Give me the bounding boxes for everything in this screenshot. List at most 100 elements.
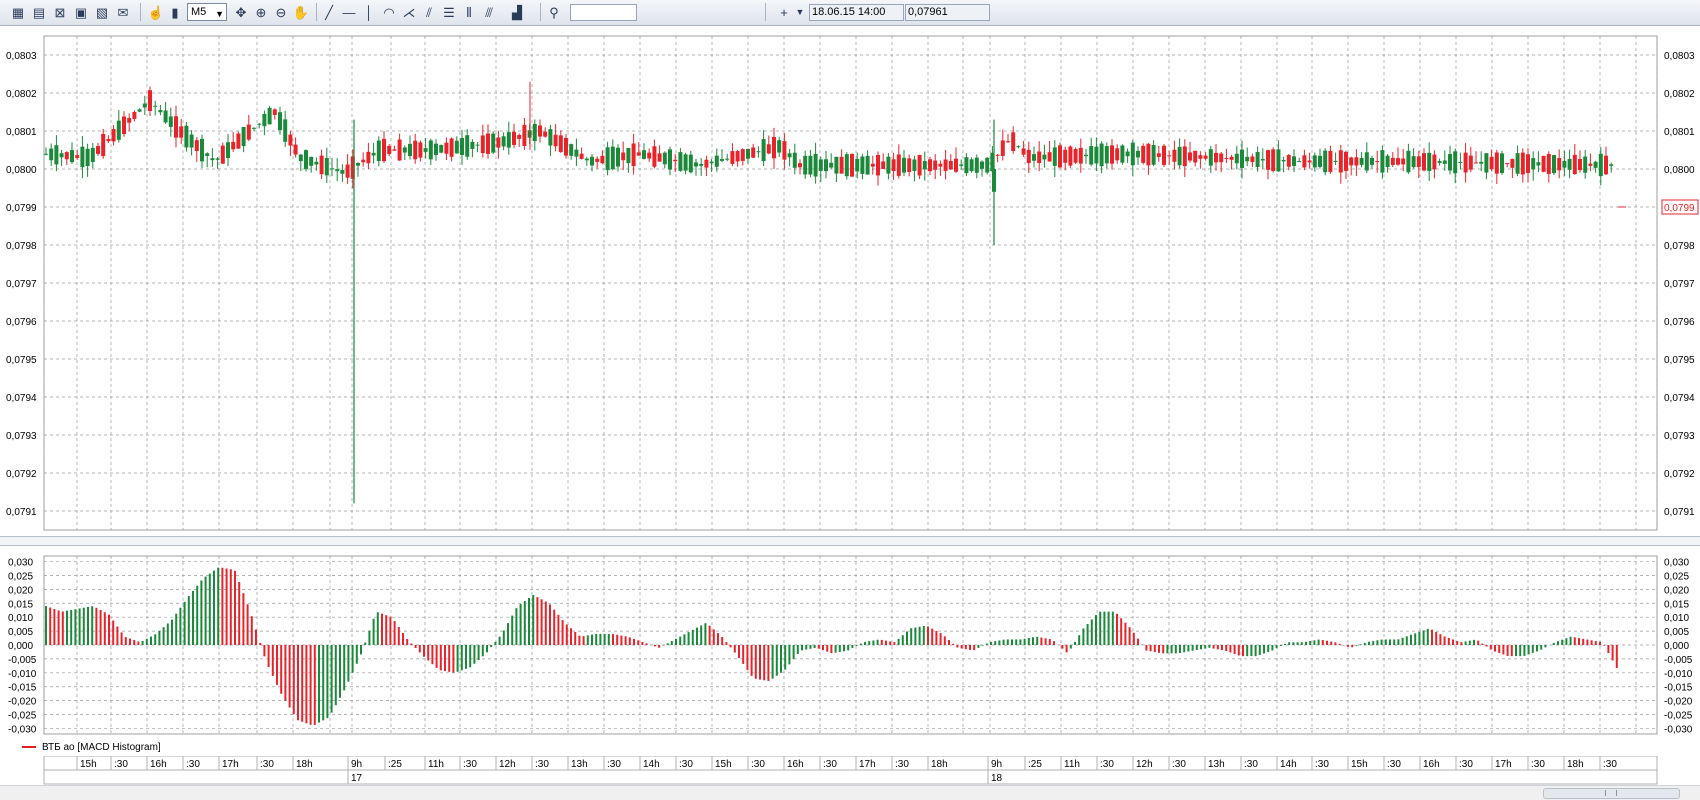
candle-body bbox=[158, 110, 163, 113]
time-tick-label: :30 bbox=[1459, 759, 1473, 770]
search-icon[interactable]: ⚲ bbox=[545, 3, 563, 21]
indicator-legend[interactable]: ВТБ ао [MACD Histogram] bbox=[22, 740, 161, 754]
y-axis-label-right: 0,0794 bbox=[1664, 393, 1695, 404]
candle-body bbox=[1406, 150, 1411, 173]
candle-body bbox=[236, 133, 241, 149]
candle-body bbox=[194, 140, 199, 152]
candle-body bbox=[1167, 155, 1172, 157]
candle-type-icon[interactable]: ▮ bbox=[166, 3, 184, 21]
candle-body bbox=[127, 118, 132, 123]
vertical-line-icon[interactable]: │ bbox=[360, 3, 378, 21]
time-tick-label: 15h bbox=[80, 759, 97, 770]
dropdown-icon[interactable]: ▼ bbox=[791, 3, 809, 21]
candle-body bbox=[200, 138, 204, 162]
candle-body bbox=[865, 155, 870, 175]
candle-body bbox=[881, 161, 886, 169]
macd-histogram-chart[interactable]: 0,030 0,030 0,025 0,025 0,020 0,020 0,015 0,015… bbox=[0, 548, 1700, 736]
date-field[interactable]: 18.06.15 14:00 bbox=[809, 4, 904, 21]
price-field[interactable]: 0,07961 bbox=[905, 4, 990, 21]
delete-icon[interactable]: ⊠ bbox=[51, 3, 69, 21]
arc-icon[interactable]: ◠ bbox=[380, 3, 398, 21]
ind-y-label-left: -0,005 bbox=[8, 655, 37, 666]
candle-body bbox=[454, 140, 459, 154]
zoom-out-icon[interactable]: ⊖ bbox=[272, 3, 290, 21]
candle-body bbox=[49, 148, 54, 161]
timeframe-dropdown[interactable]: M5 ▼ bbox=[187, 3, 227, 21]
candle-body bbox=[1572, 154, 1577, 175]
candle-body bbox=[896, 154, 901, 176]
candle-body bbox=[891, 159, 896, 172]
horizontal-scrollbar[interactable] bbox=[0, 785, 1700, 800]
levels-icon[interactable]: ☰ bbox=[440, 3, 458, 21]
time-tick-label: 12h bbox=[499, 759, 516, 770]
candle-body bbox=[1520, 152, 1525, 175]
candle-body bbox=[137, 109, 142, 112]
candle-body bbox=[709, 161, 714, 164]
move-icon[interactable]: ✥ bbox=[232, 3, 250, 21]
candle-body bbox=[1198, 155, 1203, 159]
candle-body bbox=[1344, 151, 1348, 171]
time-tick-label: :30 bbox=[260, 759, 274, 770]
parallel-icon[interactable]: ⫻ bbox=[480, 3, 498, 21]
candle-body bbox=[1583, 156, 1588, 173]
time-tick-label: 15h bbox=[1351, 759, 1368, 770]
y-axis-label-left: 0,0798 bbox=[6, 241, 37, 252]
candle-body bbox=[1437, 161, 1442, 164]
pane-splitter[interactable] bbox=[0, 536, 1700, 546]
candle-body bbox=[1266, 150, 1270, 170]
vertical-lines-icon[interactable]: ⦀ bbox=[460, 3, 478, 21]
candle-body bbox=[558, 135, 563, 152]
candle-body bbox=[569, 144, 574, 156]
y-axis-label-left: 0,0791 bbox=[6, 507, 37, 518]
fan-icon[interactable]: ⋌ bbox=[400, 3, 418, 21]
price-chart[interactable]: 0,0803 0,0803 0,0802 0,0802 0,0801 0,0801 0,08… bbox=[0, 26, 1700, 534]
candle-body bbox=[376, 140, 381, 162]
y-axis-label-left: 0,0794 bbox=[6, 393, 37, 404]
candle-body bbox=[444, 142, 449, 154]
candle-body bbox=[54, 145, 59, 165]
candle-body bbox=[1515, 153, 1520, 174]
channel-icon[interactable]: ⫽ bbox=[420, 3, 438, 21]
candle-body bbox=[1370, 157, 1374, 165]
indicators-icon[interactable]: ▟ bbox=[508, 3, 526, 21]
pan-hand-icon[interactable]: ✋ bbox=[292, 3, 310, 21]
candle-body bbox=[257, 123, 262, 125]
horizontal-line-icon[interactable]: — bbox=[340, 3, 358, 21]
time-tick-label: :30 bbox=[186, 759, 200, 770]
candle-body bbox=[278, 112, 282, 131]
candle-body bbox=[1396, 158, 1400, 165]
candle-body bbox=[621, 152, 626, 161]
toolbar-separator bbox=[765, 3, 766, 21]
candle-body bbox=[304, 150, 308, 170]
candle-body bbox=[1494, 152, 1499, 174]
candle-body bbox=[226, 142, 230, 158]
legend-swatch bbox=[22, 746, 36, 748]
candle-body bbox=[1052, 147, 1057, 166]
trend-line-icon[interactable]: ╱ bbox=[320, 3, 338, 21]
ind-y-label-left: 0,030 bbox=[8, 558, 33, 569]
zoom-in-icon[interactable]: ⊕ bbox=[252, 3, 270, 21]
candle-body bbox=[1141, 145, 1146, 163]
mail-icon[interactable]: ✉ bbox=[114, 3, 132, 21]
ind-y-label-left: -0,015 bbox=[8, 683, 37, 694]
candle-body bbox=[532, 123, 537, 142]
candle-body bbox=[1598, 153, 1603, 177]
time-tick-label: :30 bbox=[1172, 759, 1186, 770]
candle-body bbox=[1208, 149, 1213, 166]
candle-body bbox=[1151, 145, 1156, 165]
candle-body bbox=[496, 137, 501, 148]
open-icon[interactable]: ▤ bbox=[30, 3, 48, 21]
scrollbar-grip-icon bbox=[1605, 790, 1617, 796]
template-icon[interactable]: ▣ bbox=[72, 3, 90, 21]
cursor-hand-icon[interactable]: ☝ bbox=[147, 3, 165, 21]
time-tick-label: :25 bbox=[388, 759, 402, 770]
print-icon[interactable]: ▧ bbox=[93, 3, 111, 21]
candle-body bbox=[1182, 146, 1187, 167]
timeframe-value: M5 bbox=[191, 6, 207, 18]
candle-body bbox=[418, 142, 423, 158]
candle-body bbox=[111, 128, 116, 142]
chart-window-icon[interactable]: ▦ bbox=[9, 3, 27, 21]
candle-body bbox=[590, 156, 594, 166]
y-axis-label-left: 0,0803 bbox=[6, 51, 37, 62]
search-input[interactable] bbox=[570, 4, 637, 21]
